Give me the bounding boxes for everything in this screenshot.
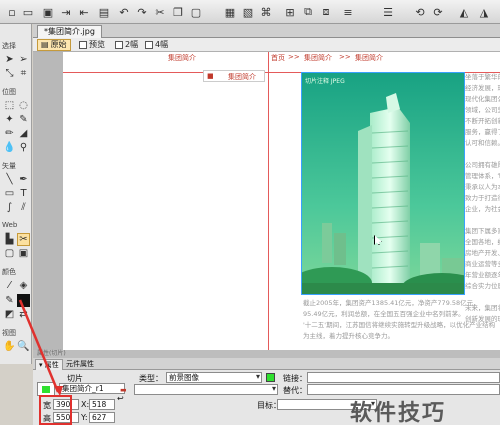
watermark-text: 软件技巧 [350, 401, 447, 425]
annotation-arrow [18, 299, 63, 396]
